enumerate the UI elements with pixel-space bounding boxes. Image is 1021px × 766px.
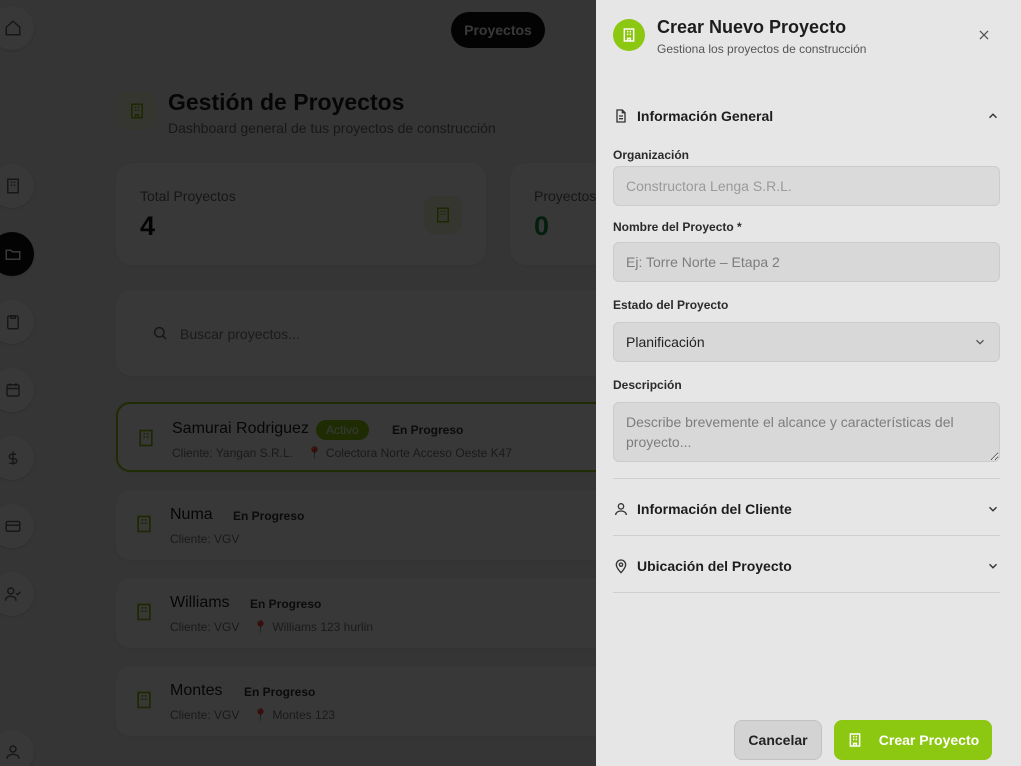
project-card[interactable]: Williams En Progreso Cliente: VGV 📍 Willia… (116, 578, 636, 648)
description-textarea[interactable] (613, 402, 1000, 462)
project-meta: Cliente: VGV (170, 532, 239, 546)
section-label: Información del Cliente (637, 501, 792, 517)
project-meta: Cliente: VGV 📍 Williams 123 hurlin (170, 620, 373, 634)
user-check-icon[interactable] (0, 572, 34, 616)
chevron-down-icon (986, 559, 1000, 573)
chevron-up-icon (986, 109, 1000, 123)
project-client: Cliente: VGV (170, 532, 240, 546)
project-name-input[interactable] (613, 242, 1000, 282)
create-project-button[interactable]: Crear Proyecto (834, 720, 992, 760)
panel-subtitle: Gestiona los proyectos de construcción (657, 42, 867, 56)
building-icon (613, 19, 645, 51)
project-name: Williams (170, 594, 230, 611)
side-rail (0, 0, 36, 766)
building-icon (134, 602, 154, 624)
status-select[interactable]: Planificación (613, 322, 1000, 362)
project-name: Montes (170, 682, 223, 699)
card-icon[interactable] (0, 504, 34, 548)
building-icon (134, 690, 154, 712)
active-badge: Activo (316, 420, 369, 440)
home-icon[interactable] (0, 6, 34, 50)
project-meta: Cliente: VGV 📍 Montes 123 (170, 708, 335, 722)
pin-icon: 📍 (306, 446, 322, 460)
stat-card-total: Total Proyectos 4 (116, 163, 486, 265)
section-label: Ubicación del Proyecto (637, 558, 792, 574)
project-card[interactable]: Montes En Progreso Cliente: VGV 📍 Montes 1… (116, 666, 636, 736)
close-icon (979, 30, 989, 40)
status-select-value: Planificación (626, 334, 705, 350)
project-client: Cliente: VGV (170, 708, 240, 722)
projects-tab[interactable]: Proyectos (451, 12, 545, 48)
pin-icon: 📍 (253, 620, 269, 634)
calendar-icon[interactable] (0, 368, 34, 412)
status-badge: En Progreso (392, 423, 464, 437)
user-icon (613, 501, 629, 517)
status-badge: En Progreso (250, 597, 322, 611)
building-icon (118, 92, 156, 130)
status-badge: En Progreso (244, 685, 316, 699)
status-badge: En Progreso (233, 509, 305, 523)
section-general-header[interactable]: Información General (613, 104, 1000, 128)
project-name: Numa (170, 506, 213, 523)
user-icon[interactable] (0, 730, 34, 766)
close-button[interactable] (974, 25, 994, 45)
section-label: Información General (637, 108, 774, 124)
project-meta: Cliente: Yangan S.R.L. 📍 Colectora Norte A… (172, 446, 512, 460)
create-project-label: Crear Proyecto (878, 732, 980, 748)
stat-value: 4 (140, 211, 156, 241)
stat-value: 0 (534, 211, 550, 241)
folder-icon[interactable] (0, 232, 34, 276)
org-field: Constructora Lenga S.R.L. (613, 166, 1000, 206)
stat-label: Total Proyectos (140, 188, 236, 204)
building-icon (424, 196, 462, 234)
stat-label: Proyectos (534, 188, 597, 204)
building-icon[interactable] (0, 164, 34, 208)
divider (613, 592, 1000, 593)
project-location: Colectora Norte Acceso Oeste K47 (325, 446, 513, 460)
section-client-header[interactable]: Información del Cliente (613, 497, 1000, 521)
map-pin-icon (613, 558, 629, 574)
divider (613, 478, 1000, 479)
chevron-down-icon (986, 502, 1000, 516)
search-icon (152, 325, 168, 341)
dollar-icon[interactable] (0, 436, 34, 480)
name-label: Nombre del Proyecto * (613, 220, 742, 234)
building-icon (136, 428, 156, 450)
building-icon (847, 732, 863, 748)
page-subtitle: Dashboard general de tus proyectos de co… (168, 120, 496, 136)
project-name: Samurai Rodriguez (172, 420, 309, 437)
project-card[interactable]: Samurai Rodriguez Activo En Progreso Cli… (116, 402, 636, 472)
chevron-down-icon (973, 335, 987, 349)
project-location: Montes 123 (272, 708, 336, 722)
project-location: Williams 123 hurlin (272, 620, 374, 634)
project-client: Cliente: Yangan S.R.L. (172, 446, 293, 460)
divider (613, 535, 1000, 536)
project-client: Cliente: VGV (170, 620, 240, 634)
building-icon (134, 514, 154, 536)
org-label: Organización (613, 148, 690, 162)
section-location-header[interactable]: Ubicación del Proyecto (613, 554, 1000, 578)
page-title: Gestión de Proyectos (168, 89, 405, 115)
pin-icon: 📍 (253, 708, 269, 722)
search-input[interactable]: Buscar proyectos... (180, 326, 300, 342)
document-icon (613, 108, 629, 124)
description-label: Descripción (613, 378, 682, 392)
search-bar[interactable]: Buscar proyectos... (116, 290, 636, 376)
panel-title: Crear Nuevo Proyecto (657, 17, 847, 37)
project-card[interactable]: Numa En Progreso Cliente: VGV (116, 490, 636, 560)
status-label: Estado del Proyecto (613, 298, 729, 312)
clipboard-icon[interactable] (0, 300, 34, 344)
cancel-button[interactable]: Cancelar (734, 720, 822, 760)
create-project-panel: Crear Nuevo Proyecto Gestiona los proyec… (596, 0, 1021, 766)
